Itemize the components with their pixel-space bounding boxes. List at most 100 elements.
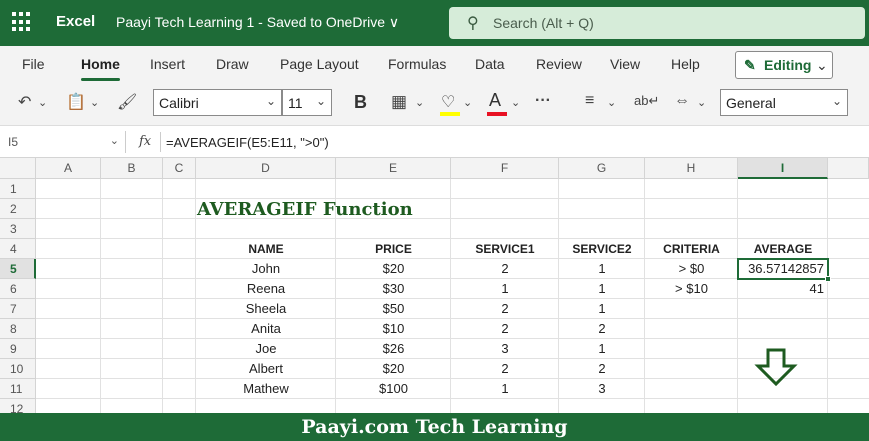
header-criteria[interactable]: CRITERIA — [645, 239, 738, 259]
insert-function-icon[interactable]: fx — [139, 134, 151, 149]
service2-cell[interactable]: 1 — [559, 259, 645, 279]
format-painter-icon[interactable]: 🖌 — [117, 92, 137, 112]
row-header-8[interactable]: 8 — [0, 319, 36, 339]
price-cell[interactable]: $30 — [336, 279, 451, 299]
number-format-select[interactable]: General ⌄ — [720, 89, 848, 116]
name-cell[interactable]: Anita — [196, 319, 336, 339]
merge-icon[interactable]: ⇔ — [674, 92, 690, 110]
fill-handle[interactable] — [825, 276, 831, 282]
criteria-cell[interactable]: > $0 — [645, 259, 738, 279]
align-icon[interactable]: ≡ — [585, 92, 594, 110]
paste-icon[interactable]: 📋 — [66, 92, 86, 112]
column-header-f[interactable]: F — [451, 158, 559, 179]
tab-data[interactable]: Data — [475, 56, 505, 72]
header-service2[interactable]: SERVICE2 — [559, 239, 645, 259]
row-header-6[interactable]: 6 — [0, 279, 36, 299]
borders-icon[interactable]: ▦ — [391, 92, 407, 112]
service2-cell[interactable]: 1 — [559, 339, 645, 359]
tab-view[interactable]: View — [610, 56, 640, 72]
undo-icon[interactable]: ↶ — [18, 92, 31, 112]
column-header-g[interactable]: G — [559, 158, 645, 179]
tab-file[interactable]: File — [22, 56, 45, 72]
tab-review[interactable]: Review — [536, 56, 582, 72]
service1-cell[interactable]: 2 — [451, 319, 559, 339]
service2-cell[interactable]: 2 — [559, 359, 645, 379]
column-header-d[interactable]: D — [196, 158, 336, 179]
price-cell[interactable]: $50 — [336, 299, 451, 319]
row-header-1[interactable]: 1 — [0, 179, 36, 199]
criteria-cell[interactable]: > $10 — [645, 279, 738, 299]
formula-input[interactable]: =AVERAGEIF(E5:E11, ">0") — [166, 135, 329, 150]
price-cell[interactable]: $10 — [336, 319, 451, 339]
column-header-j[interactable] — [828, 158, 869, 179]
sheet-title[interactable]: AVERAGEIF Function — [197, 199, 413, 220]
row-header-2[interactable]: 2 — [0, 199, 36, 219]
row-header-7[interactable]: 7 — [0, 299, 36, 319]
tab-page-layout[interactable]: Page Layout — [280, 56, 359, 72]
name-cell[interactable]: Albert — [196, 359, 336, 379]
average-result-cell[interactable]: 41 — [738, 279, 828, 299]
name-cell[interactable]: Reena — [196, 279, 336, 299]
tab-insert[interactable]: Insert — [150, 56, 185, 72]
tab-formulas[interactable]: Formulas — [388, 56, 446, 72]
row-header-10[interactable]: 10 — [0, 359, 36, 379]
column-header-e[interactable]: E — [336, 158, 451, 179]
more-options-icon[interactable]: ··· — [535, 92, 551, 110]
service1-cell[interactable]: 3 — [451, 339, 559, 359]
select-all-corner[interactable] — [0, 158, 36, 179]
tab-help[interactable]: Help — [671, 56, 700, 72]
service1-cell[interactable]: 2 — [451, 359, 559, 379]
bold-button[interactable]: B — [354, 92, 367, 113]
active-cell-selection[interactable] — [737, 258, 831, 282]
app-name[interactable]: Excel — [56, 13, 95, 30]
price-cell[interactable]: $20 — [336, 259, 451, 279]
row-header-9[interactable]: 9 — [0, 339, 36, 359]
app-launcher-icon[interactable] — [12, 12, 32, 32]
tab-home[interactable]: Home — [81, 56, 120, 81]
column-header-c[interactable]: C — [163, 158, 196, 179]
price-cell[interactable]: $20 — [336, 359, 451, 379]
service1-cell[interactable]: 2 — [451, 299, 559, 319]
service2-cell[interactable]: 1 — [559, 279, 645, 299]
tab-draw[interactable]: Draw — [216, 56, 249, 72]
search-box[interactable]: ⚲ Search (Alt + Q) — [449, 7, 865, 39]
paste-dropdown-icon[interactable]: ⌄ — [90, 96, 99, 109]
align-dropdown-icon[interactable]: ⌄ — [607, 96, 616, 109]
wrap-text-icon[interactable]: ab↵ — [634, 93, 659, 109]
service2-cell[interactable]: 3 — [559, 379, 645, 399]
header-price[interactable]: PRICE — [336, 239, 451, 259]
row-header-3[interactable]: 3 — [0, 219, 36, 239]
row-header-4[interactable]: 4 — [0, 239, 36, 259]
spreadsheet-grid[interactable]: A B C D E F G H I 1 2 3 4 5 6 7 8 9 10 1… — [0, 158, 869, 413]
fill-color-icon[interactable]: ♡ — [441, 92, 455, 112]
font-size-select[interactable]: 11 ⌄ — [282, 89, 332, 116]
undo-dropdown-icon[interactable]: ⌄ — [38, 96, 47, 109]
row-header-11[interactable]: 11 — [0, 379, 36, 399]
editing-mode-button[interactable]: ✎ Editing ⌄ — [735, 51, 833, 79]
column-header-b[interactable]: B — [101, 158, 163, 179]
name-cell[interactable]: Mathew — [196, 379, 336, 399]
service1-cell[interactable]: 2 — [451, 259, 559, 279]
price-cell[interactable]: $26 — [336, 339, 451, 359]
column-header-i[interactable]: I — [738, 158, 828, 179]
row-header-5[interactable]: 5 — [0, 259, 36, 279]
service2-cell[interactable]: 1 — [559, 299, 645, 319]
column-header-a[interactable]: A — [36, 158, 101, 179]
header-service1[interactable]: SERVICE1 — [451, 239, 559, 259]
merge-dropdown-icon[interactable]: ⌄ — [697, 96, 706, 109]
header-average[interactable]: AVERAGE — [738, 239, 828, 259]
name-box[interactable]: I5 ⌄ — [4, 131, 126, 153]
name-cell[interactable]: Sheela — [196, 299, 336, 319]
document-title[interactable]: Paayi Tech Learning 1 - Saved to OneDriv… — [116, 14, 399, 31]
service2-cell[interactable]: 2 — [559, 319, 645, 339]
name-cell[interactable]: John — [196, 259, 336, 279]
service1-cell[interactable]: 1 — [451, 279, 559, 299]
row-header-12[interactable]: 12 — [0, 399, 36, 413]
font-name-select[interactable]: Calibri ⌄ — [153, 89, 282, 116]
name-cell[interactable]: Joe — [196, 339, 336, 359]
column-header-h[interactable]: H — [645, 158, 738, 179]
header-name[interactable]: NAME — [196, 239, 336, 259]
borders-dropdown-icon[interactable]: ⌄ — [415, 96, 424, 109]
fill-color-dropdown-icon[interactable]: ⌄ — [463, 96, 472, 109]
font-color-dropdown-icon[interactable]: ⌄ — [511, 96, 520, 109]
